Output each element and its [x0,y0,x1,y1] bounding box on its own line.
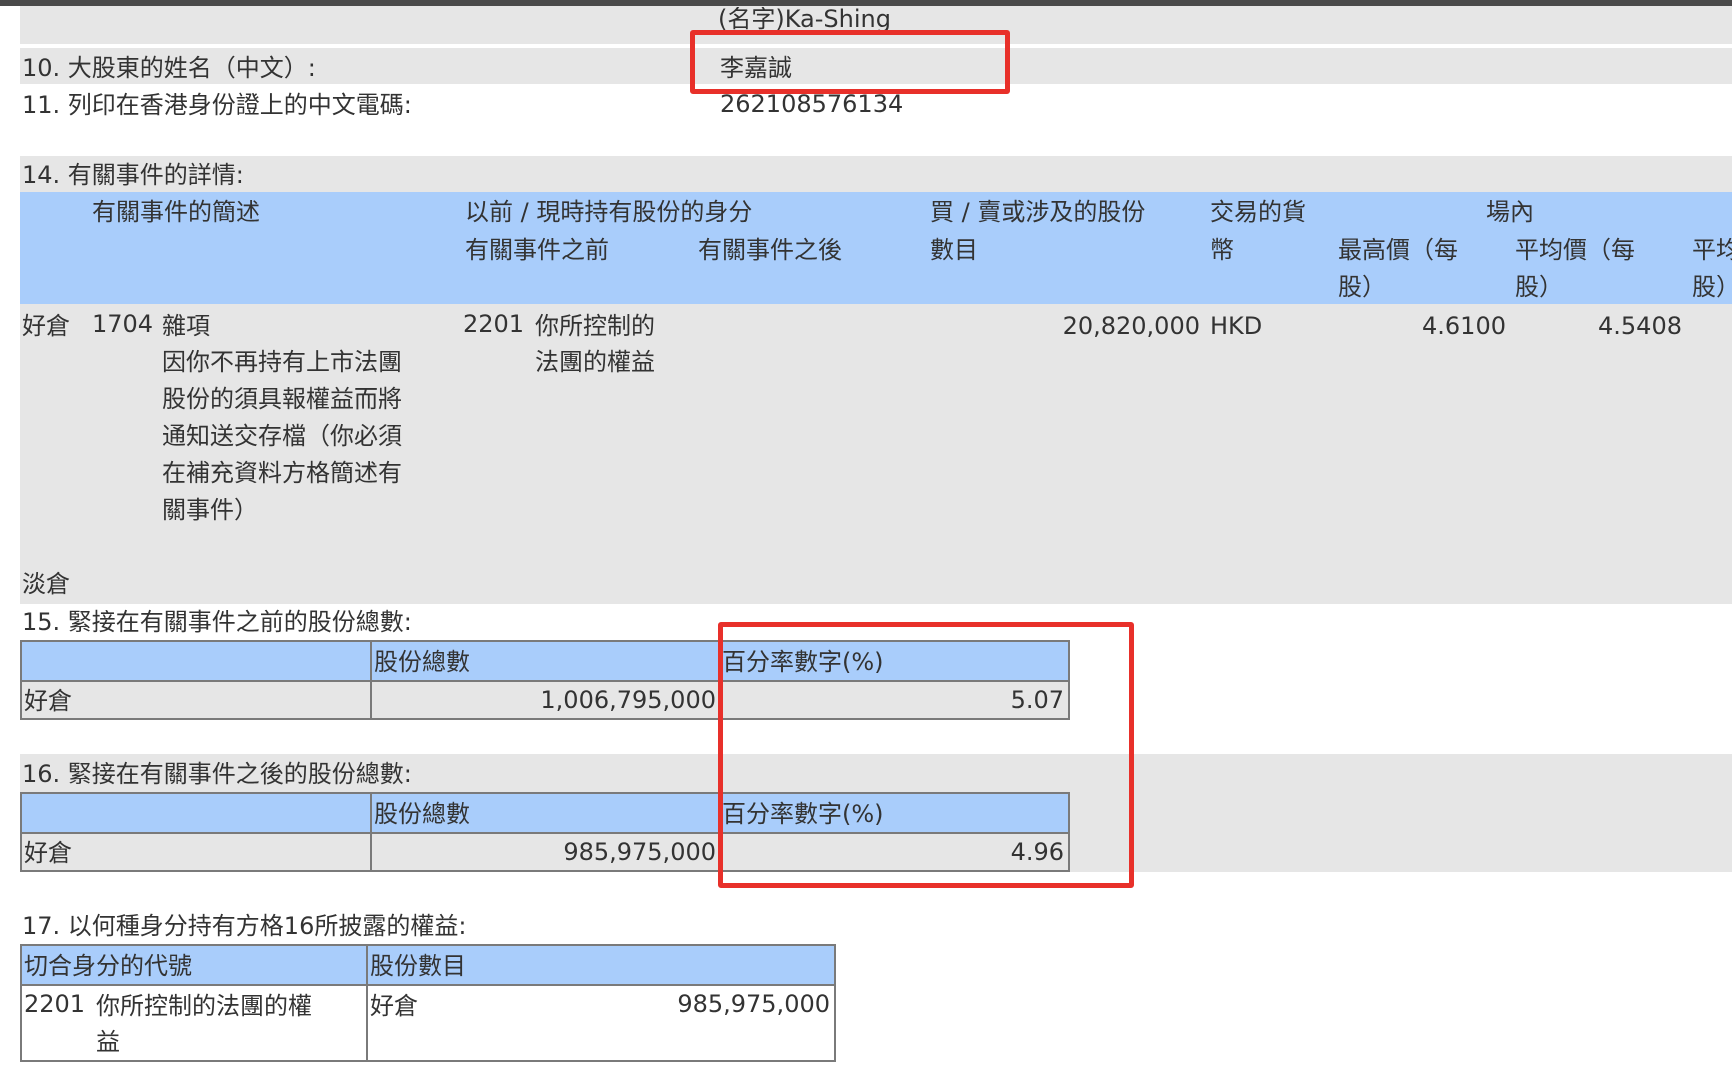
q14-row-event-desc-line: 股份的須具報權益而將 [162,385,402,413]
q17-col-divider [366,946,368,1060]
q14-header-shares-line2: 數目 [930,236,978,264]
q14-row-event-desc-line: 因你不再持有上市法團 [162,348,402,376]
q14-row-event-desc-line: 在補充資料方格簡述有 [162,459,402,487]
q11-value-code: 262108576134 [720,90,904,118]
name-highlight-box [690,30,1010,94]
q14-header-event-desc: 有關事件的簡述 [92,198,260,226]
q14-header-currency-line2: 幣 [1210,236,1234,264]
q14-header-average-line2: 股） [1515,273,1563,301]
q14-row-event-desc-line: 關事件） [162,496,258,524]
q14-header-before: 有關事件之前 [465,236,609,264]
q11-label: 11. 列印在香港身份證上的中文電碼: [22,91,412,119]
q14-row-currency: HKD [1210,312,1263,340]
q14-header-cut-line2: 股） [1692,275,1732,299]
q14-row-event-code: 1704 [92,310,154,338]
q17-code-desc-line: 益 [96,1028,120,1056]
q14-header-on-exchange: 場內 [1486,198,1534,226]
q16-col-shares: 股份總數 [374,800,470,828]
q14-header-shares-line1: 買 / 賣或涉及的股份 [930,198,1146,226]
q14-header-highest-line2: 股） [1338,273,1386,301]
q14-label: 14. 有關事件的詳情: [22,161,244,189]
q16-label: 16. 緊接在有關事件之後的股份總數: [22,760,412,788]
q17-table: 切合身分的代號 股份數目 2201 你所控制的法團的權 益 好倉 985,975… [20,944,836,1062]
q14-row-capacity-code: 2201 [463,310,525,338]
q14-row-highest: 4.6100 [1422,312,1506,340]
q10-label: 10. 大股東的姓名（中文）: [22,54,316,82]
q14-header-average-line1: 平均價（每 [1515,236,1635,264]
q15-col-divider [370,642,372,718]
q14-header-cut-line1: 平均 [1692,238,1732,262]
q14-short-position: 淡倉 [22,570,70,598]
q14-label-band [20,156,1732,192]
q15-shares-value: 1,006,795,000 [540,686,716,714]
q15-row-label: 好倉 [24,687,72,715]
q17-row-divider [22,984,834,986]
q15-col-shares: 股份總數 [374,648,470,676]
q14-header-currency-line1: 交易的貨 [1210,198,1306,226]
q16-row-label: 好倉 [24,839,72,867]
q14-row-event-desc-line: 通知送交存檔（你必須 [162,422,402,450]
q14-row-average: 4.5408 [1598,312,1682,340]
q14-row-capacity-line: 你所控制的 [535,312,655,340]
q14-row-position: 好倉 [22,312,70,340]
q14-row-event-title: 雜項 [162,312,210,340]
q14-header-highest-line1: 最高價（每 [1338,236,1458,264]
q14-header-after: 有關事件之後 [698,236,842,264]
q17-col-code: 切合身分的代號 [24,952,192,980]
q17-label: 17. 以何種身分持有方格16所披露的權益: [22,912,467,940]
q16-col-divider [370,794,372,870]
q17-code-desc-line: 你所控制的法團的權 [96,992,312,1020]
q14-row-shares: 20,820,000 [1062,312,1200,340]
percentage-highlight-box [718,622,1134,888]
q15-label: 15. 緊接在有關事件之前的股份總數: [22,608,412,636]
q14-row-capacity-line: 法團的權益 [535,348,655,376]
q17-code: 2201 [24,990,86,1018]
q14-header-band [20,192,1732,304]
q17-shares-value: 985,975,000 [677,990,830,1018]
q17-position: 好倉 [370,992,418,1020]
q16-shares-value: 985,975,000 [563,838,716,866]
q17-col-shares: 股份數目 [370,952,466,980]
q14-header-capacity: 以前 / 現時持有股份的身分 [465,198,753,226]
